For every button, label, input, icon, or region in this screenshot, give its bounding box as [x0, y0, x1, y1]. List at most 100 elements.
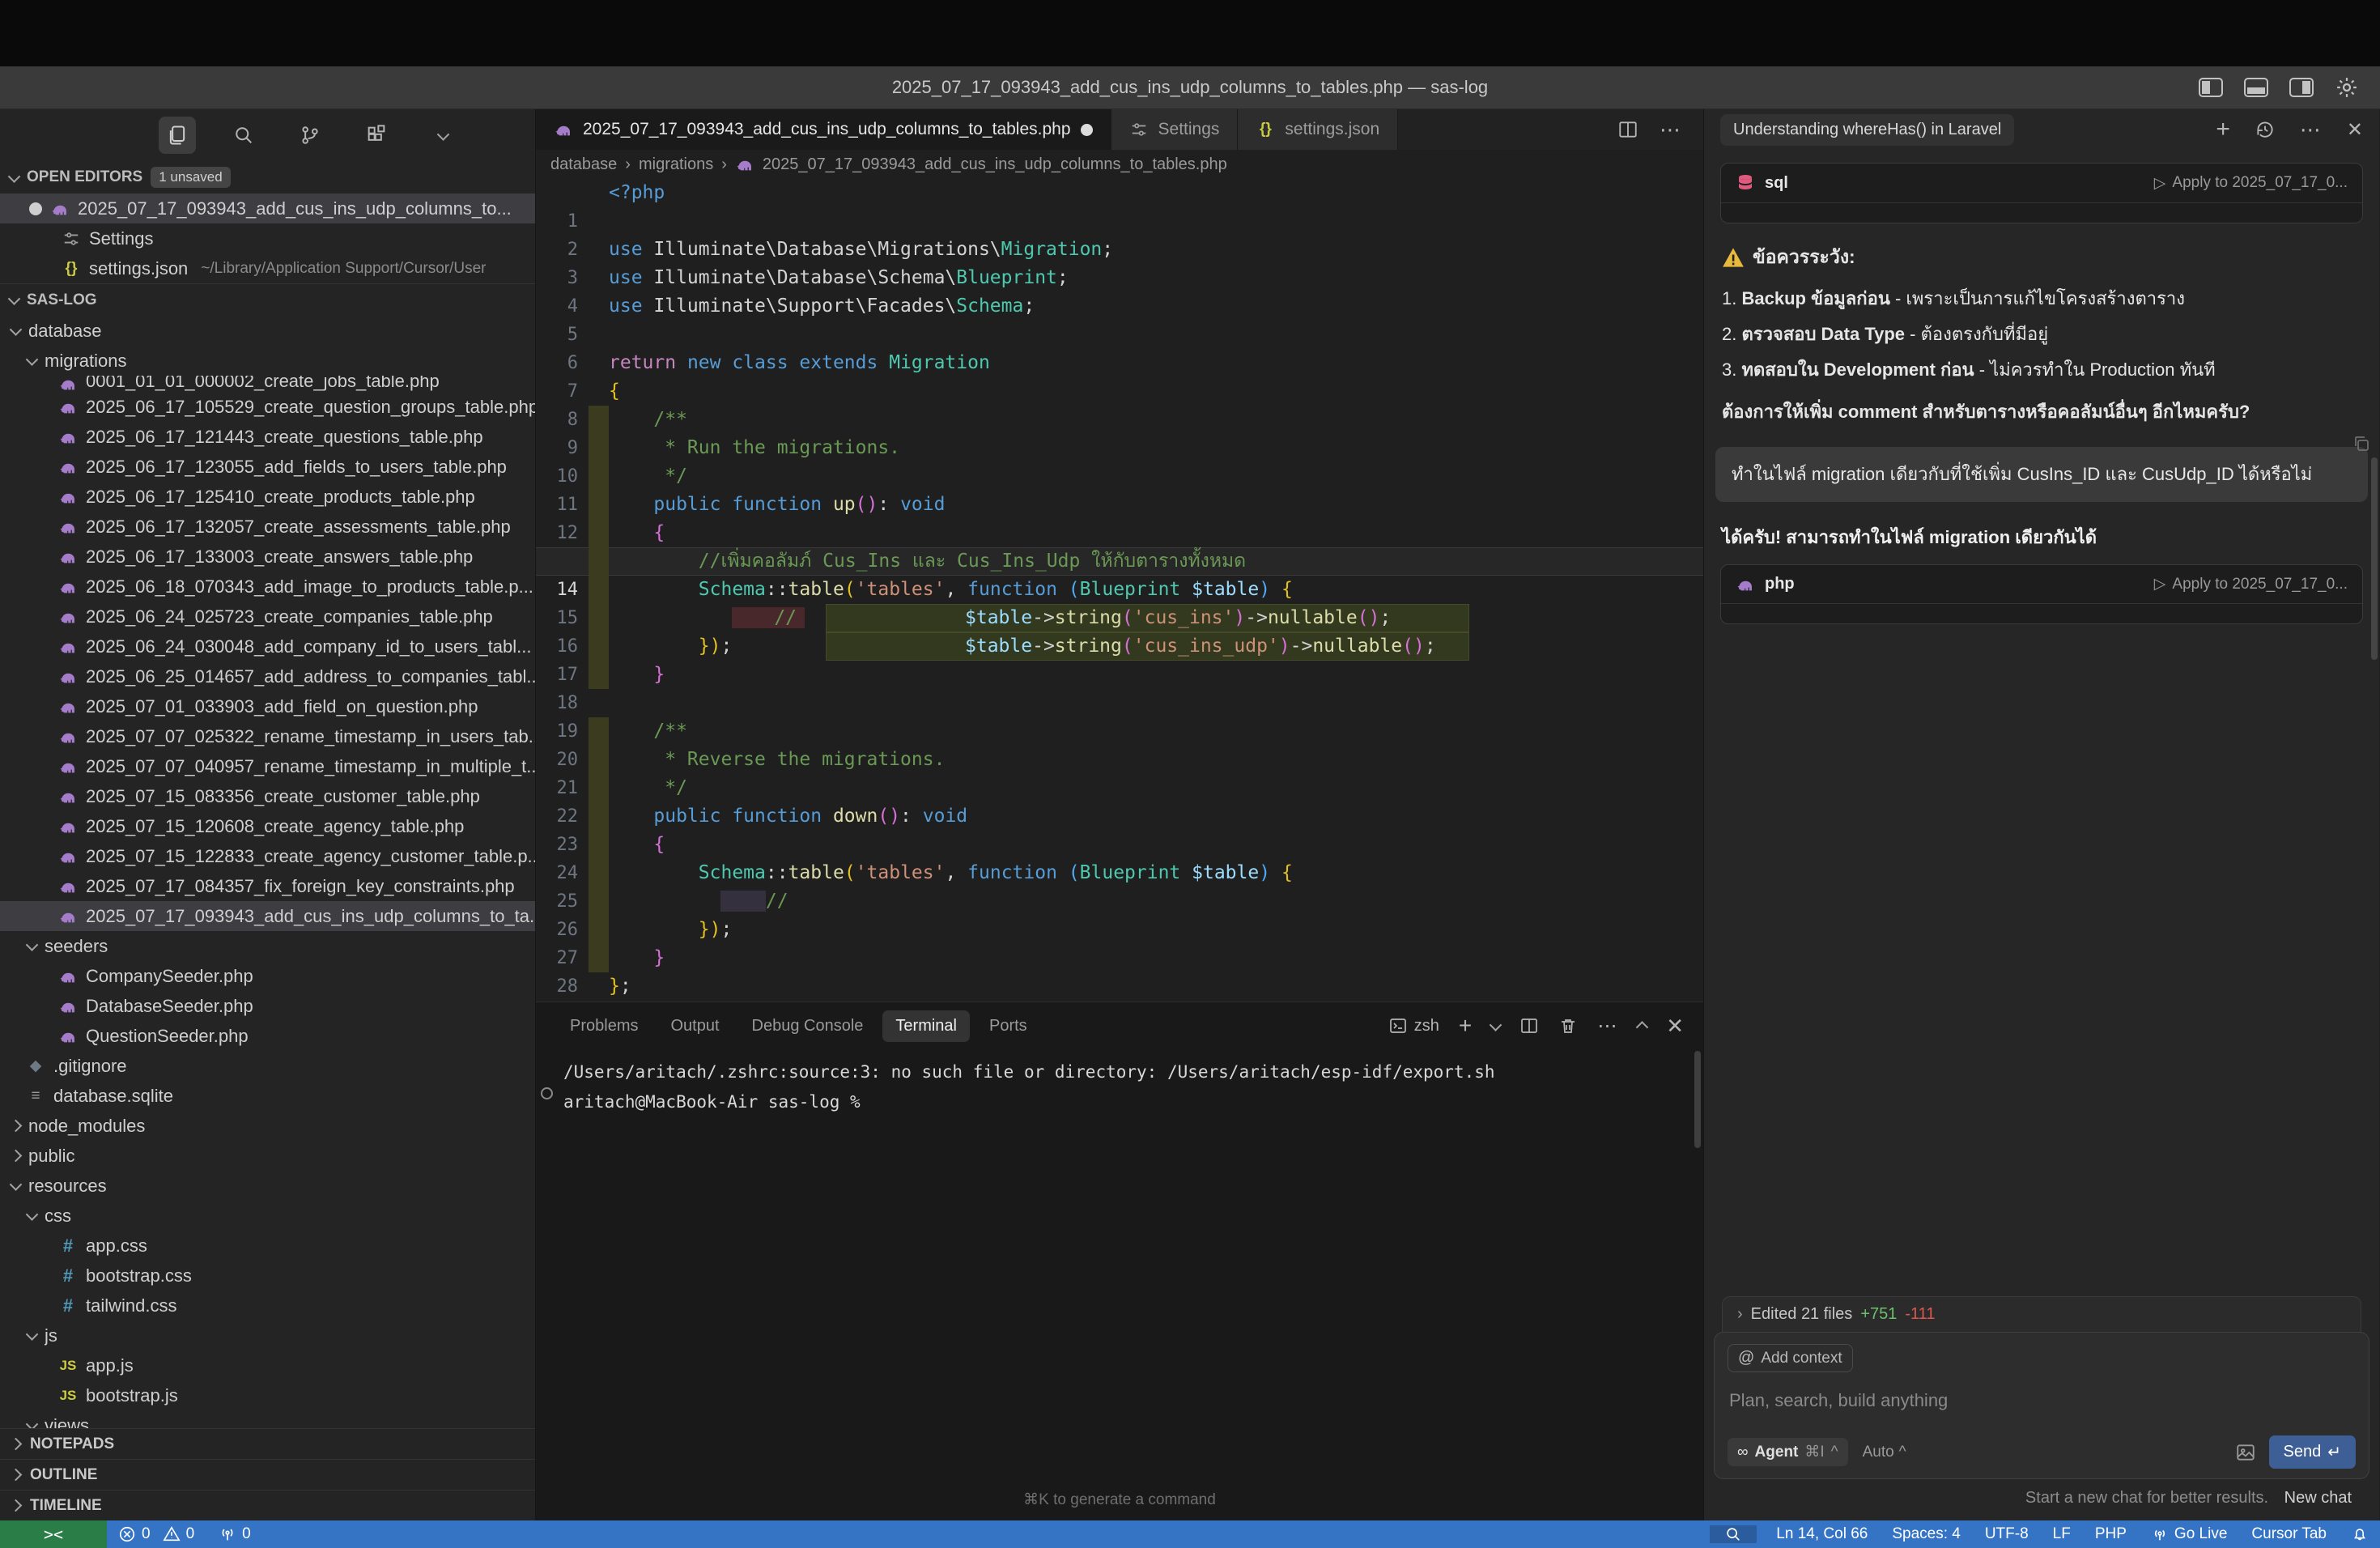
status-search-icon[interactable]: [1710, 1525, 1757, 1543]
search-icon[interactable]: [225, 117, 262, 154]
notifications-bell-icon[interactable]: [2351, 1525, 2369, 1543]
code-line[interactable]: 23 public function down(): void: [536, 802, 1703, 831]
apply-button[interactable]: ▷Apply to 2025_07_17_0...: [2154, 174, 2348, 193]
panel-more-icon[interactable]: ⋯: [1597, 1014, 1618, 1038]
kill-terminal-icon[interactable]: [1558, 1016, 1578, 1036]
tree-row[interactable]: 2025_06_24_030048_add_company_id_to_user…: [0, 632, 535, 661]
code-line[interactable]: 29 };: [536, 972, 1703, 1001]
code-line[interactable]: 25 Schema::table('tables', function (Blu…: [536, 859, 1703, 887]
panel-tab[interactable]: Debug Console: [739, 1010, 877, 1042]
tree-row[interactable]: 2025_07_01_033903_add_field_on_question.…: [0, 691, 535, 721]
remote-indicator[interactable]: ><: [0, 1520, 107, 1548]
tree-row[interactable]: 2025_07_07_040957_rename_timestamp_in_mu…: [0, 751, 535, 781]
tree-row[interactable]: 0001_01_01_000002_create_jobs_table.php: [0, 376, 535, 392]
code-line[interactable]: 1 <?php: [536, 179, 1703, 207]
more-views-chevron-icon[interactable]: [424, 117, 461, 154]
code-line[interactable]: 10 * Run the migrations.: [536, 434, 1703, 462]
chat-messages[interactable]: sql ▷Apply to 2025_07_17_0... ข้อควรระวั…: [1704, 150, 2379, 1296]
code-line[interactable]: 20 /**: [536, 717, 1703, 746]
code-line[interactable]: 5 use Illuminate\Support\Facades\Schema;: [536, 292, 1703, 321]
tree-row[interactable]: views: [0, 1410, 535, 1428]
chat-title-tab[interactable]: Understanding whereHas() in Laravel: [1720, 114, 2014, 146]
tree-row[interactable]: 2025_06_24_025723_create_companies_table…: [0, 602, 535, 632]
code-line[interactable]: 11 */: [536, 462, 1703, 491]
code-line[interactable]: 19: [536, 689, 1703, 717]
split-terminal-icon[interactable]: [1519, 1016, 1539, 1036]
go-live-button[interactable]: Go Live: [2151, 1525, 2227, 1543]
tree-row[interactable]: database: [0, 316, 535, 346]
panel-tab[interactable]: Terminal: [882, 1010, 970, 1042]
panel-tab[interactable]: Ports: [976, 1010, 1040, 1042]
code-line[interactable]: 27 });: [536, 916, 1703, 944]
editor-tab[interactable]: {} settings.json: [1238, 109, 1398, 150]
code-editor[interactable]: 1 <?php 2 3 use Illuminate\Database\Migr…: [536, 179, 1703, 1002]
chat-close-icon[interactable]: ✕: [2347, 118, 2363, 142]
code-line[interactable]: 7 return new class extends Migration: [536, 349, 1703, 377]
tree-row[interactable]: 2025_07_17_084357_fix_foreign_key_constr…: [0, 871, 535, 901]
tree-row[interactable]: 2025_06_25_014657_add_address_to_compani…: [0, 661, 535, 691]
explorer-icon[interactable]: [159, 117, 196, 154]
tree-row[interactable]: JS app.js: [0, 1350, 535, 1380]
chat-more-icon[interactable]: ⋯: [2300, 117, 2323, 142]
edited-files-summary[interactable]: › Edited 21 files +751 -111: [1722, 1296, 2361, 1332]
settings-gear-icon[interactable]: [2335, 75, 2359, 100]
tree-row[interactable]: # app.css: [0, 1231, 535, 1261]
tree-row[interactable]: DatabaseSeeder.php: [0, 991, 535, 1021]
toggle-bottom-panel-icon[interactable]: [2244, 78, 2268, 97]
chat-scrollbar[interactable]: [2371, 457, 2378, 660]
new-chat-link[interactable]: New chat: [2284, 1489, 2352, 1507]
apply-button[interactable]: ▷Apply to 2025_07_17_0...: [2154, 575, 2348, 593]
code-line[interactable]: 12 public function up(): void: [536, 491, 1703, 519]
terminal-scrollbar[interactable]: [1694, 1051, 1701, 1148]
tree-row[interactable]: 2025_06_17_123055_add_fields_to_users_ta…: [0, 452, 535, 482]
editor-tab[interactable]: Settings: [1111, 109, 1239, 150]
toggle-right-panel-icon[interactable]: [2289, 78, 2314, 97]
sidebar-section[interactable]: OUTLINE: [0, 1459, 535, 1490]
tree-row[interactable]: CompanySeeder.php: [0, 961, 535, 991]
open-editor-item[interactable]: 2025_07_17_093943_add_cus_ins_udp_column…: [0, 194, 535, 223]
code-line[interactable]: 28 }: [536, 944, 1703, 972]
add-context-button[interactable]: @ Add context: [1728, 1344, 1853, 1372]
tree-row[interactable]: node_modules: [0, 1111, 535, 1141]
code-line[interactable]: 26 //: [536, 887, 1703, 916]
sidebar-section[interactable]: TIMELINE: [0, 1490, 535, 1520]
tree-row[interactable]: 2025_07_15_122833_create_agency_customer…: [0, 841, 535, 871]
cursor-position[interactable]: Ln 14, Col 66: [1776, 1525, 1868, 1543]
tree-row[interactable]: 2025_06_18_070343_add_image_to_products_…: [0, 572, 535, 602]
project-section-header[interactable]: SAS-LOG: [0, 283, 535, 316]
indentation[interactable]: Spaces: 4: [1892, 1525, 1961, 1543]
tree-row[interactable]: 2025_07_17_093943_add_cus_ins_udp_column…: [0, 901, 535, 931]
tree-row[interactable]: 2025_06_17_121443_create_questions_table…: [0, 422, 535, 452]
code-line[interactable]: 8 {: [536, 377, 1703, 406]
send-button[interactable]: Send↵: [2269, 1435, 2356, 1469]
new-chat-icon[interactable]: +: [2216, 116, 2230, 143]
new-terminal-icon[interactable]: +: [1459, 1013, 1472, 1039]
code-line[interactable]: 15 Schema::table('tables', function (Blu…: [536, 576, 1703, 604]
terminal-shell-icon[interactable]: zsh: [1388, 1016, 1439, 1036]
open-editor-item[interactable]: {} settings.json ~/Library/Application S…: [0, 253, 535, 283]
code-line[interactable]: 3 use Illuminate\Database\Migrations\Mig…: [536, 236, 1703, 264]
attach-image-icon[interactable]: [2235, 1442, 2256, 1463]
terminal-picker-chevron-icon[interactable]: [1490, 1019, 1502, 1031]
tree-row[interactable]: QuestionSeeder.php: [0, 1021, 535, 1051]
split-editor-icon[interactable]: [1617, 119, 1638, 140]
code-line[interactable]: 16 // $table->string('cus_ins')->nullabl…: [536, 604, 1703, 632]
encoding[interactable]: UTF-8: [1985, 1525, 2029, 1543]
eol[interactable]: LF: [2053, 1525, 2071, 1543]
open-editor-item[interactable]: Settings: [0, 223, 535, 253]
terminal-output[interactable]: /Users/aritach/.zshrc:source:3: no such …: [536, 1049, 1703, 1117]
tree-row[interactable]: 2025_06_17_133003_create_answers_table.p…: [0, 542, 535, 572]
extensions-icon[interactable]: [358, 117, 395, 154]
tree-row[interactable]: 2025_06_17_132057_create_assessments_tab…: [0, 512, 535, 542]
more-actions-icon[interactable]: ⋯: [1660, 117, 1682, 142]
tree-row[interactable]: 2025_07_07_025322_rename_timestamp_in_us…: [0, 721, 535, 751]
editor-tab[interactable]: 2025_07_17_093943_add_cus_ins_udp_column…: [536, 109, 1111, 150]
tree-row[interactable]: # tailwind.css: [0, 1291, 535, 1320]
open-editors-header[interactable]: OPEN EDITORS 1 unsaved: [0, 161, 535, 194]
tree-row[interactable]: 2025_06_17_125410_create_products_table.…: [0, 482, 535, 512]
code-line[interactable]: 24 {: [536, 831, 1703, 859]
ports-status[interactable]: 0: [219, 1525, 251, 1543]
tree-row[interactable]: css: [0, 1201, 535, 1231]
tree-row[interactable]: ◆ .gitignore: [0, 1051, 535, 1081]
breadcrumb[interactable]: database› migrations› 2025_07_17_093943_…: [536, 150, 1703, 179]
